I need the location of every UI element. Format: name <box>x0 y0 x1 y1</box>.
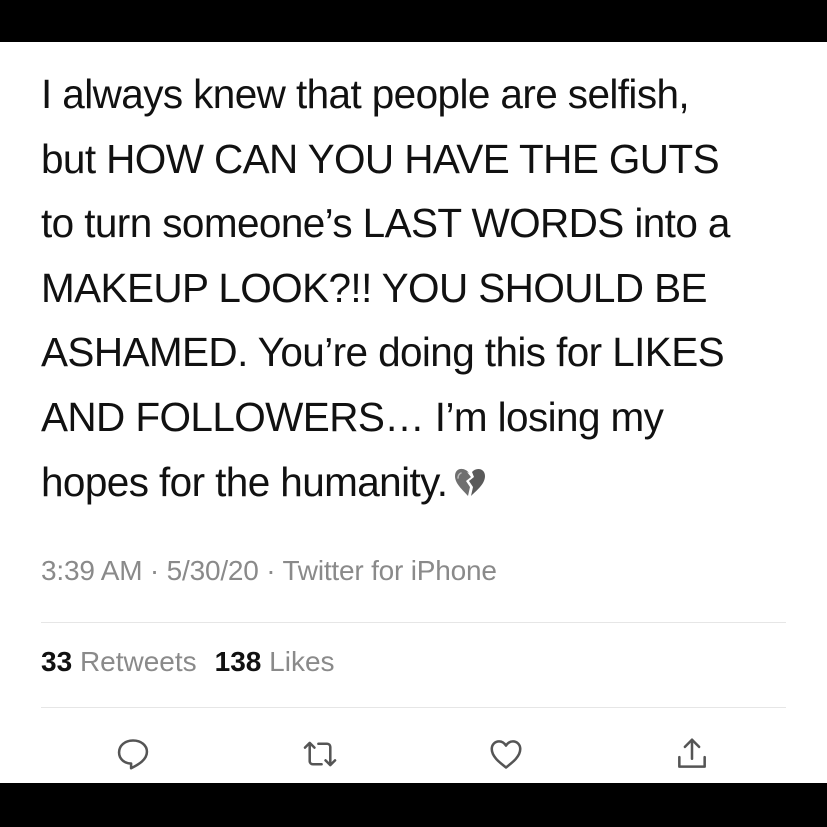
tweet-stats: 33 Retweets 138 Likes <box>41 646 353 678</box>
share-icon <box>678 738 706 768</box>
tweet-line: MAKEUP LOOK?!! YOU SHOULD BE <box>41 264 708 311</box>
retweets-count: 33 <box>41 646 73 677</box>
tweet-text: I always knew that people are selfish, b… <box>41 62 801 514</box>
share-button[interactable] <box>670 732 714 776</box>
tweet-metadata: 3:39 AM · 5/30/20 · Twitter for iPhone <box>41 555 497 587</box>
broken-heart-icon <box>455 468 486 496</box>
retweet-icon <box>303 741 337 767</box>
meta-separator: · <box>142 555 167 586</box>
tweet-date[interactable]: 5/30/20 <box>167 555 259 586</box>
tweet-line: ASHAMED. You’re doing this for LIKES <box>41 329 725 376</box>
retweets-label: Retweets <box>79 646 197 677</box>
retweets-stat[interactable]: 33 Retweets <box>41 646 197 678</box>
tweet-line-text: hopes for the humanity. <box>41 458 448 505</box>
tweet-line: I always knew that people are selfish, <box>41 71 690 117</box>
tweet-line: but HOW CAN YOU HAVE THE GUTS <box>41 135 720 182</box>
like-button[interactable] <box>484 732 528 776</box>
likes-label: Likes <box>269 646 335 677</box>
divider <box>41 707 786 708</box>
black-frame: I always knew that people are selfish, b… <box>0 0 827 827</box>
tweet-source[interactable]: Twitter for iPhone <box>282 555 496 586</box>
tweet-time[interactable]: 3:39 AM <box>41 555 143 586</box>
tweet-card: I always knew that people are selfish, b… <box>0 42 827 783</box>
likes-stat[interactable]: 138 Likes <box>215 646 335 678</box>
likes-count: 138 <box>214 646 262 677</box>
like-icon <box>490 740 522 769</box>
tweet-line: to turn someone’s LAST WORDS into a <box>41 200 730 247</box>
action-bar <box>0 732 827 778</box>
retweet-button[interactable] <box>298 732 342 776</box>
tweet-line-last: hopes for the humanity. <box>41 450 801 515</box>
divider <box>41 622 786 623</box>
reply-icon <box>117 739 149 770</box>
meta-separator: · <box>258 555 283 586</box>
tweet-line: AND FOLLOWERS… I’m losing my <box>41 393 664 440</box>
reply-button[interactable] <box>111 732 155 776</box>
